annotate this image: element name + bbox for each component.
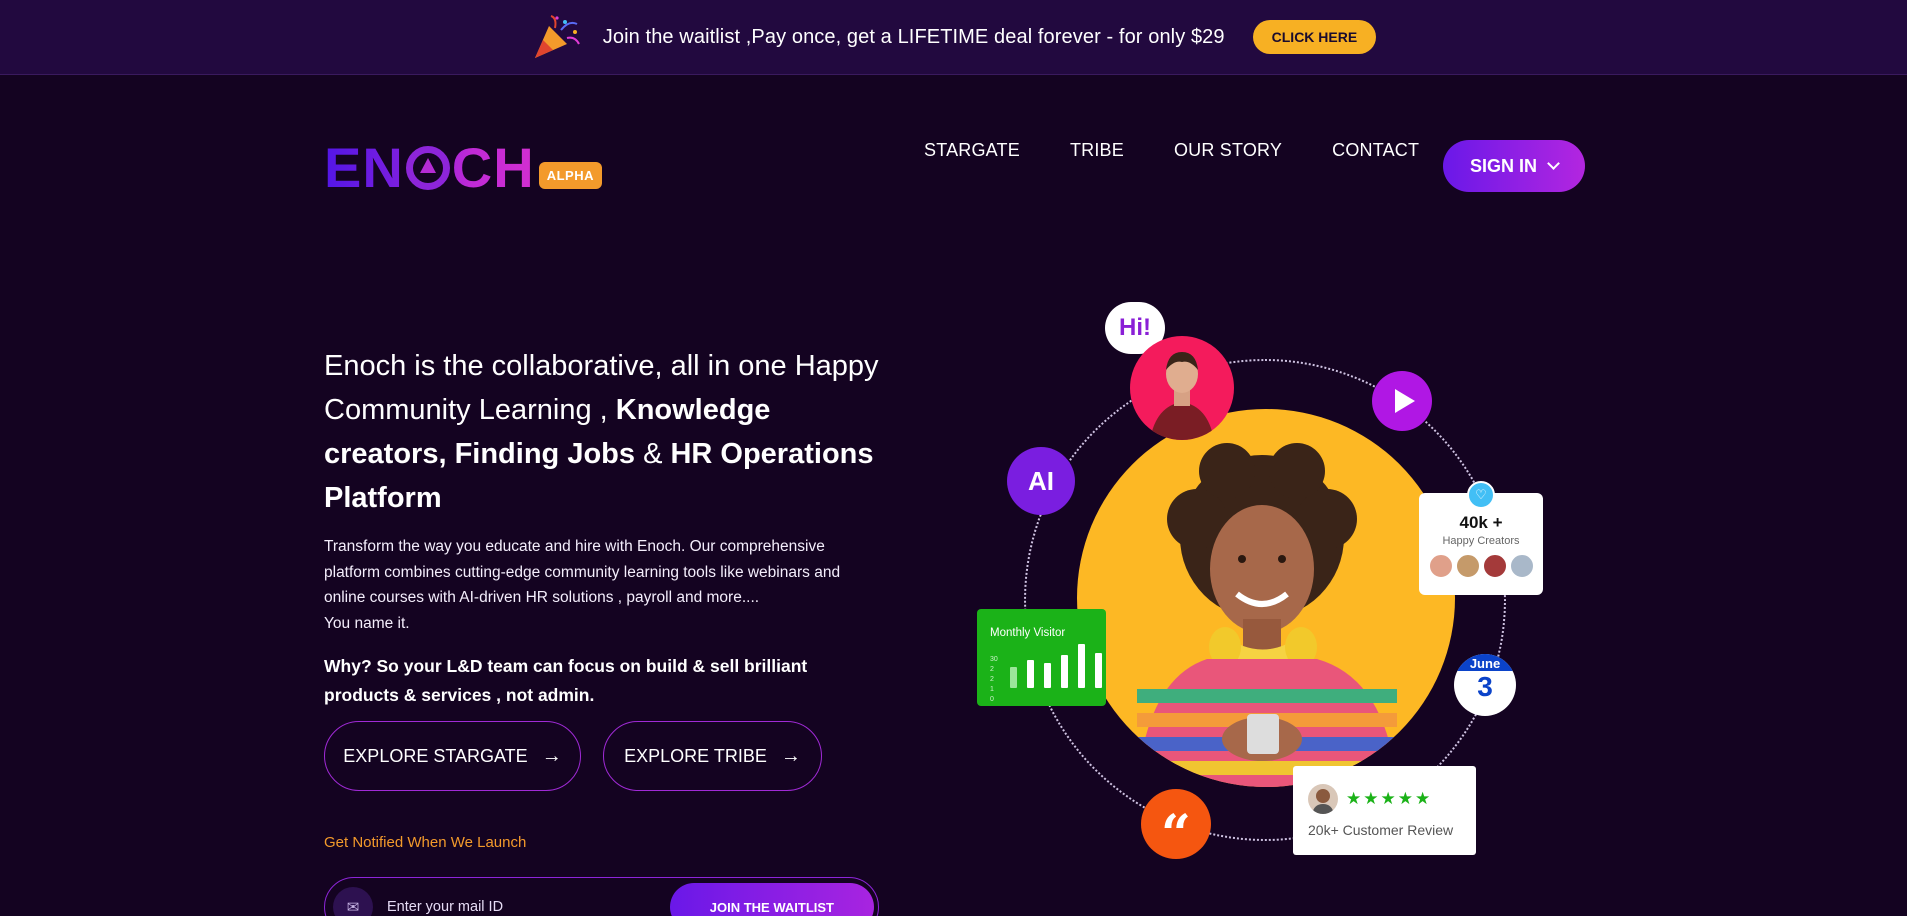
nav-stargate[interactable]: STARGATE xyxy=(924,140,1020,161)
logo-wordmark: EN CH xyxy=(324,138,535,198)
explore-tribe-button[interactable]: EXPLORE TRIBE → xyxy=(603,721,822,791)
arrow-right-icon: → xyxy=(780,744,801,767)
description-tail: You name it. xyxy=(324,614,410,632)
visitor-bar xyxy=(1044,663,1051,688)
axis-tick: 2 xyxy=(990,666,994,673)
waitlist-form: ✉ JOIN THE WAITLIST xyxy=(324,877,879,916)
visitor-bars xyxy=(1010,644,1102,688)
happy-creators-card: ♡ 40k + Happy Creators xyxy=(1419,481,1543,595)
nav-our-story[interactable]: OUR STORY xyxy=(1174,140,1282,161)
reviewer-avatar xyxy=(1308,784,1338,814)
play-button[interactable] xyxy=(1372,371,1432,431)
logo-text-right: CH xyxy=(451,136,535,199)
visitor-title: Monthly Visitor xyxy=(990,627,1066,639)
visitor-bar xyxy=(1061,655,1068,688)
explore-stargate-button[interactable]: EXPLORE STARGATE → xyxy=(324,721,581,791)
notify-label: Get Notified When We Launch xyxy=(324,834,527,851)
click-here-button[interactable]: CLICK HERE xyxy=(1252,20,1377,54)
alpha-badge: ALPHA xyxy=(538,162,602,189)
review-text: 20k+ Customer Review xyxy=(1308,822,1454,838)
calendar-date-icon: June 3 xyxy=(1454,654,1516,716)
avatar xyxy=(1481,553,1508,579)
main-nav: STARGATE TRIBE OUR STORY CONTACT xyxy=(924,140,1419,161)
date-day: 3 xyxy=(1477,671,1493,702)
enoch-logo[interactable]: EN CH ALPHA xyxy=(324,138,602,198)
sign-in-button[interactable]: SIGN IN xyxy=(1443,140,1585,192)
banner-text: Join the waitlist ,Pay once, get a LIFET… xyxy=(602,25,1225,48)
creator-avatars xyxy=(1419,553,1543,579)
man-avatar xyxy=(1130,336,1234,440)
explore-tribe-label: EXPLORE TRIBE xyxy=(624,745,767,766)
quote-icon: “ xyxy=(1141,789,1211,865)
sign-in-label: SIGN IN xyxy=(1469,155,1537,176)
visitor-bar xyxy=(1027,660,1034,688)
explore-stargate-label: EXPLORE STARGATE xyxy=(343,745,528,766)
avatar xyxy=(1427,553,1454,579)
chevron-down-icon xyxy=(1547,157,1560,170)
star-rating: ★★★★★ xyxy=(1346,789,1433,808)
axis-tick: 2 xyxy=(990,676,994,683)
hero-description: Transform the way you educate and hire w… xyxy=(324,534,884,636)
description-text: Transform the way you educate and hire w… xyxy=(324,538,841,606)
visitor-bar xyxy=(1078,644,1085,688)
logo-o-icon xyxy=(405,146,450,190)
headline-amp: & xyxy=(643,438,663,470)
email-field[interactable] xyxy=(387,899,667,915)
axis-tick: 30 xyxy=(990,656,998,663)
axis-tick: 1 xyxy=(990,686,994,693)
nav-tribe[interactable]: TRIBE xyxy=(1070,140,1124,161)
hero-portrait xyxy=(1077,409,1455,787)
creators-label: Happy Creators xyxy=(1442,535,1520,547)
headline-plain: Enoch is the collaborative, all in one H… xyxy=(324,350,879,426)
arrow-right-icon: → xyxy=(541,744,562,767)
hero-why: Why? So your L&D team can focus on build… xyxy=(324,656,808,705)
avatar xyxy=(1454,553,1481,579)
visitor-bar xyxy=(1095,653,1102,688)
mail-icon: ✉ xyxy=(333,887,373,916)
party-popper-icon xyxy=(531,14,581,60)
ai-icon: AI xyxy=(1007,447,1075,515)
customer-review-card: ★★★★★ 20k+ Customer Review xyxy=(1293,766,1476,855)
monthly-visitor-card: Monthly Visitor 30 2 2 1 0 xyxy=(977,609,1106,706)
visitor-axis: 30 2 2 1 0 xyxy=(990,655,998,705)
axis-tick: 0 xyxy=(990,696,994,703)
creators-count: 40k + xyxy=(1459,513,1503,532)
join-waitlist-button[interactable]: JOIN THE WAITLIST xyxy=(669,883,874,916)
heart-icon: ♡ xyxy=(1467,481,1495,509)
logo-text-left: EN xyxy=(324,136,404,199)
avatar xyxy=(1508,553,1535,579)
play-icon xyxy=(1395,389,1415,413)
promo-banner: Join the waitlist ,Pay once, get a LIFET… xyxy=(0,0,1907,75)
hero-headline: Enoch is the collaborative, all in one H… xyxy=(324,344,884,520)
nav-contact[interactable]: CONTACT xyxy=(1332,140,1419,161)
visitor-bar xyxy=(1010,667,1017,688)
